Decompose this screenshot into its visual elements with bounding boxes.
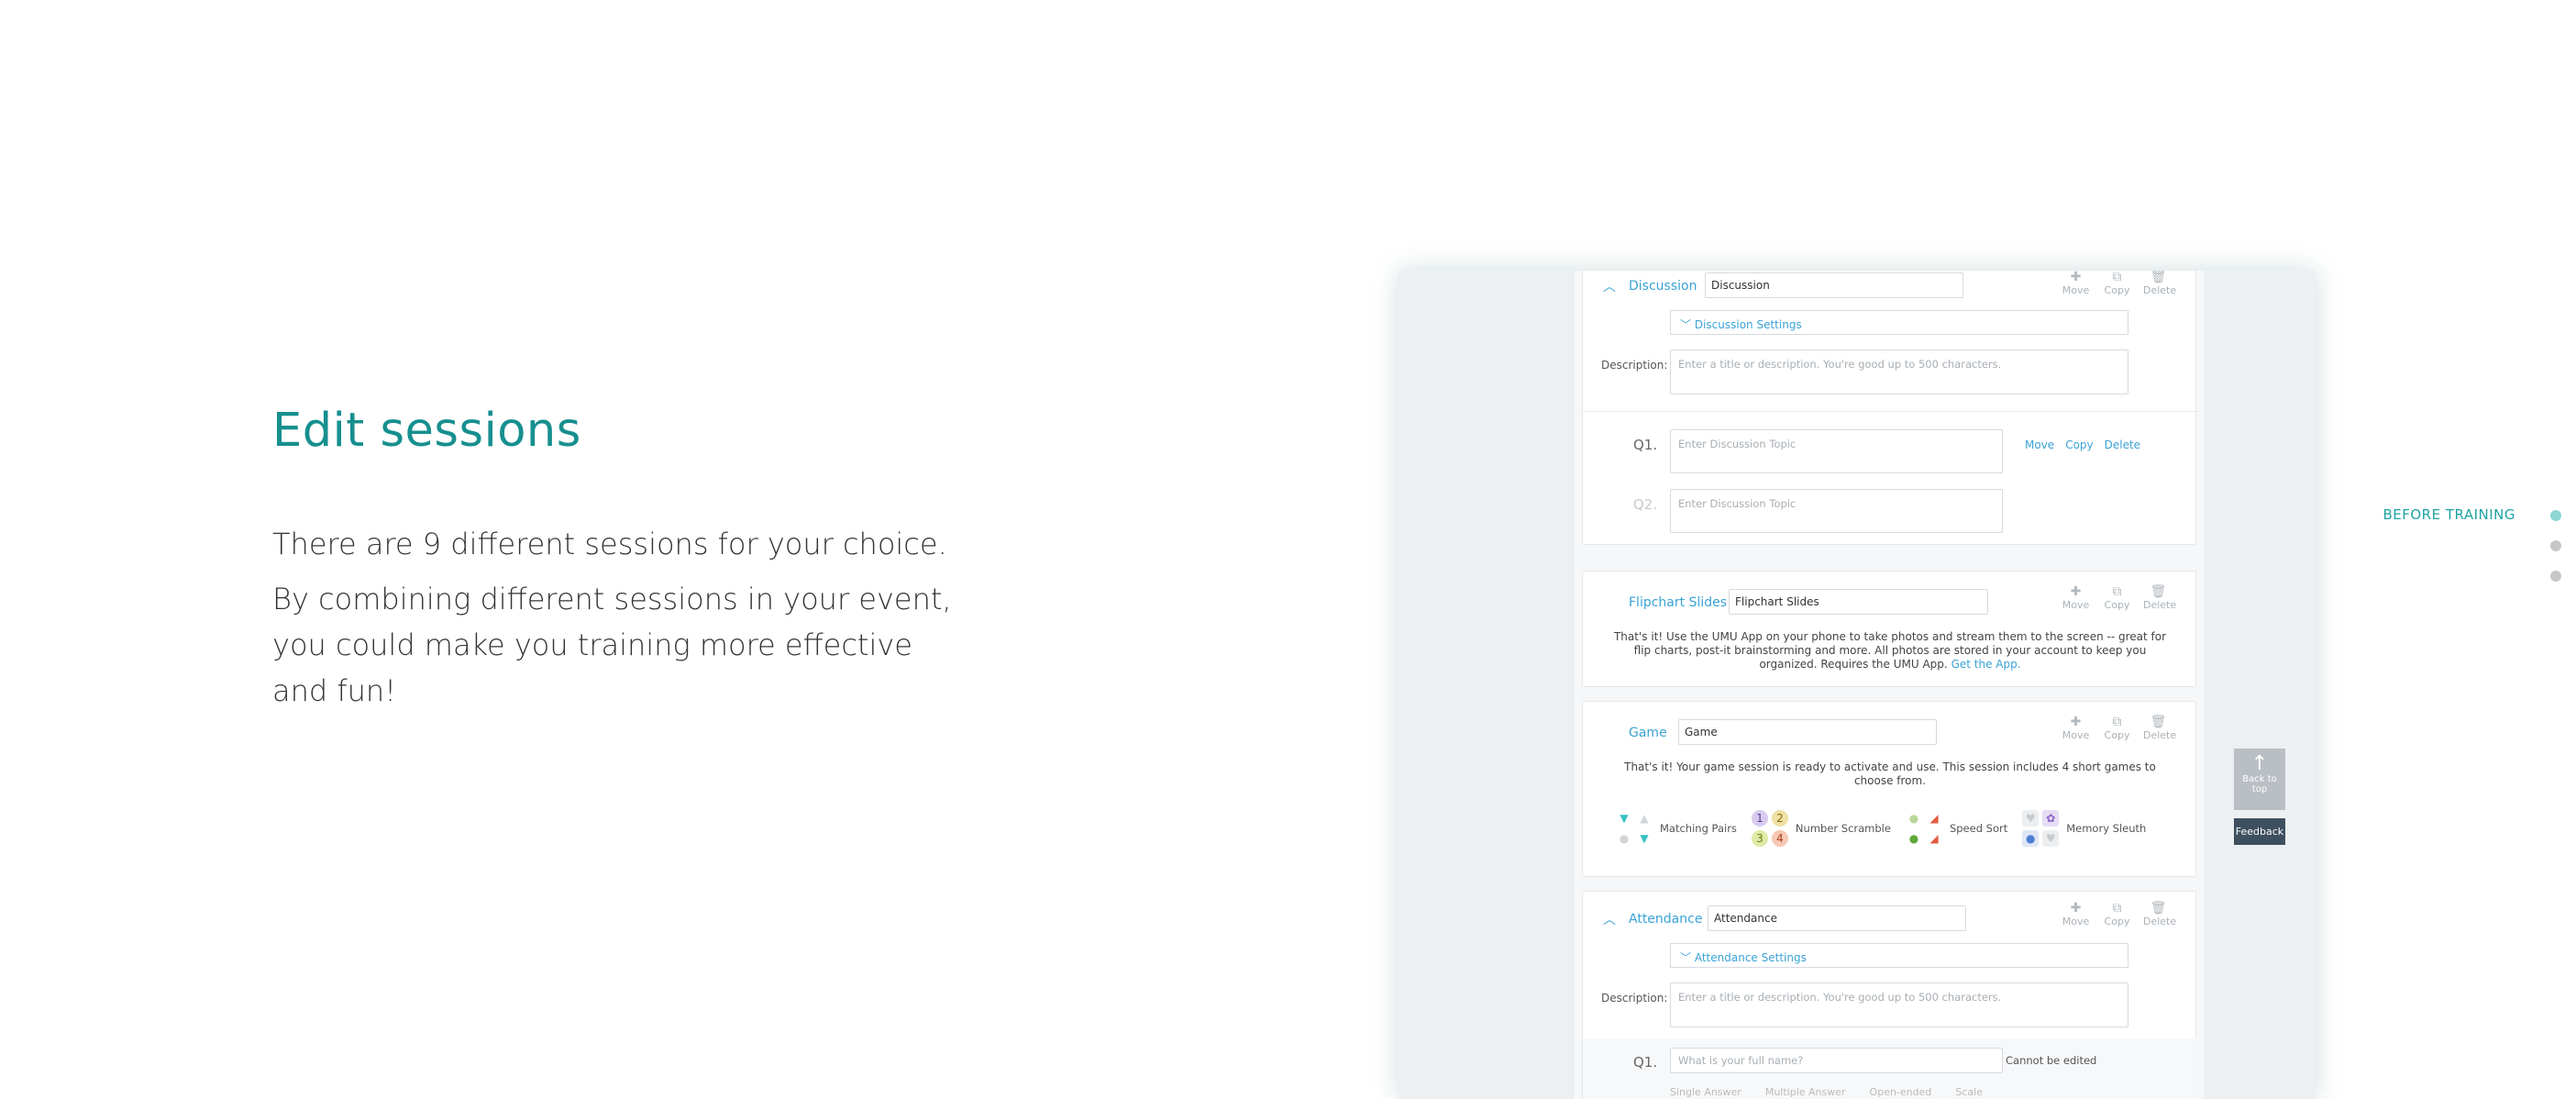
- speed-sort-icon: ● ◢ ● ◢: [1908, 812, 1939, 845]
- flipchart-info: That's it! Use the UMU App on your phone…: [1613, 630, 2167, 671]
- back-to-top-button[interactable]: ↑ Back to top: [2234, 749, 2285, 810]
- copy-icon: ⧉: [2112, 901, 2122, 916]
- copy-button[interactable]: ⧉ Copy: [2102, 584, 2132, 611]
- move-button[interactable]: ✚ Move: [2061, 901, 2091, 927]
- flipchart-actions: ✚ Move ⧉ Copy 🗑 Delete: [2061, 584, 2176, 611]
- game-actions: ✚ Move ⧉ Copy 🗑 Delete: [2061, 715, 2176, 741]
- copy-button[interactable]: ⧉ Copy: [2102, 271, 2132, 296]
- get-the-app-link[interactable]: Get the App.: [1951, 658, 2021, 671]
- attendance-name-input[interactable]: Attendance: [1708, 905, 1966, 931]
- game-name: Memory Sleuth: [2066, 822, 2147, 835]
- game-speed-sort: ● ◢ ● ◢ Speed Sort: [1906, 810, 2008, 847]
- attendance-actions: ✚ Move ⧉ Copy 🗑 Delete: [2061, 901, 2176, 927]
- flipchart-name-input[interactable]: Flipchart Slides: [1729, 589, 1988, 615]
- matching-pairs-icon: ▼ ▲ ● ▼: [1619, 812, 1649, 845]
- game-info: That's it! Your game session is ready to…: [1624, 760, 2156, 787]
- hero-line-2: By combining different sessions in your …: [272, 582, 952, 708]
- game-memory-sleuth: ♥ ✿ ● ♥ Memory Sleuth: [2022, 810, 2146, 847]
- delete-button[interactable]: 🗑 Delete: [2143, 271, 2176, 296]
- move-icon: ✚: [2070, 715, 2082, 729]
- move-icon: ✚: [2070, 584, 2082, 599]
- move-button[interactable]: ✚ Move: [2061, 271, 2091, 296]
- attendance-title[interactable]: Attendance: [1629, 912, 1702, 927]
- cannot-edit-note: Cannot be edited: [2006, 1054, 2097, 1067]
- discussion-description-field[interactable]: Enter a title or description. You're goo…: [1670, 350, 2128, 394]
- q1-delete-link[interactable]: Delete: [2105, 438, 2140, 451]
- move-icon: ✚: [2070, 271, 2082, 284]
- copy-button[interactable]: ⧉ Copy: [2102, 901, 2132, 927]
- option-multiple-answer[interactable]: Multiple Answer: [1765, 1086, 1846, 1098]
- nav-dot-2[interactable]: [2550, 540, 2561, 551]
- hero-description: There are 9 different sessions for your …: [272, 521, 969, 723]
- collapse-chevron-icon[interactable]: ︿: [1603, 277, 1616, 295]
- q1-copy-link[interactable]: Copy: [2065, 438, 2093, 451]
- copy-icon: ⧉: [2112, 584, 2122, 599]
- hero-line-1: There are 9 different sessions for your …: [272, 527, 947, 561]
- move-icon: ✚: [2070, 901, 2082, 916]
- discussion-actions: ✚ Move ⧉ Copy 🗑 Delete: [2061, 271, 2176, 296]
- nav-label-before-training[interactable]: BEFORE TRAINING: [2383, 506, 2515, 523]
- trash-icon: 🗑: [2150, 901, 2167, 916]
- description-label: Description:: [1601, 992, 1668, 1005]
- move-button[interactable]: ✚ Move: [2061, 715, 2091, 741]
- trash-icon: 🗑: [2150, 715, 2167, 729]
- game-number-scramble: 1 2 3 4 Number Scramble: [1751, 810, 1891, 847]
- session-editor: ︿ Discussion Discussion ✚ Move ⧉ Copy 🗑 Del…: [1575, 271, 2204, 1099]
- divider: [1583, 411, 2197, 412]
- q1-actions: Move Copy Delete: [2025, 438, 2140, 451]
- option-open-ended[interactable]: Open-ended: [1870, 1086, 1932, 1098]
- trash-icon: 🗑: [2150, 584, 2167, 599]
- copy-button[interactable]: ⧉ Copy: [2102, 715, 2132, 741]
- q1-topic-input[interactable]: Enter Discussion Topic: [1670, 429, 2003, 473]
- copy-icon: ⧉: [2112, 715, 2122, 729]
- game-title[interactable]: Game: [1629, 726, 1667, 740]
- flipchart-title[interactable]: Flipchart Slides: [1629, 595, 1727, 610]
- chevron-down-icon: ﹀: [1680, 951, 1692, 964]
- discussion-session-card: ︿ Discussion Discussion ✚ Move ⧉ Copy 🗑 Del…: [1582, 271, 2197, 545]
- discussion-name-input[interactable]: Discussion: [1705, 272, 1963, 298]
- answer-type-options: Single Answer Multiple Answer Open-ended…: [1670, 1086, 1983, 1098]
- page-title: Edit sessions: [272, 404, 581, 458]
- option-single-answer[interactable]: Single Answer: [1670, 1086, 1741, 1098]
- nav-dot-1[interactable]: [2550, 510, 2561, 521]
- chevron-down-icon: ﹀: [1680, 318, 1692, 331]
- delete-button[interactable]: 🗑 Delete: [2143, 901, 2176, 927]
- discussion-title[interactable]: Discussion: [1629, 279, 1697, 294]
- q1-label: Q1.: [1633, 1054, 1658, 1071]
- game-name: Speed Sort: [1949, 822, 2008, 835]
- nav-dot-3[interactable]: [2550, 571, 2561, 582]
- game-matching-pairs: ▼ ▲ ● ▼ Matching Pairs: [1616, 810, 1737, 847]
- q2-topic-input[interactable]: Enter Discussion Topic: [1670, 489, 2003, 533]
- collapse-chevron-icon[interactable]: ︿: [1603, 910, 1616, 928]
- q1-move-link[interactable]: Move: [2025, 438, 2054, 451]
- app-screenshot: ︿ Discussion Discussion ✚ Move ⧉ Copy 🗑 Del…: [1399, 271, 2316, 1099]
- game-name: Matching Pairs: [1660, 822, 1737, 835]
- attendance-session-card: ︿ Attendance Attendance ✚ Move ⧉ Copy 🗑 Del…: [1582, 891, 2197, 1099]
- q1-label: Q1.: [1633, 437, 1658, 453]
- game-session-card: Game Game ✚ Move ⧉ Copy 🗑 Delete That's it!…: [1582, 701, 2196, 877]
- arrow-up-icon: ↑: [2250, 752, 2269, 775]
- discussion-settings-toggle[interactable]: ﹀ Discussion Settings: [1670, 310, 2128, 335]
- memory-sleuth-icon: ♥ ✿ ● ♥: [2022, 810, 2060, 847]
- description-label: Description:: [1601, 359, 1668, 372]
- number-scramble-icon: 1 2 3 4: [1751, 810, 1788, 847]
- game-name-input[interactable]: Game: [1678, 719, 1937, 745]
- delete-button[interactable]: 🗑 Delete: [2143, 715, 2176, 741]
- feedback-button[interactable]: Feedback: [2234, 818, 2285, 845]
- copy-icon: ⧉: [2112, 271, 2122, 284]
- option-scale[interactable]: Scale: [1955, 1086, 1983, 1098]
- game-name: Number Scramble: [1795, 822, 1891, 835]
- q2-label: Q2.: [1633, 496, 1658, 513]
- attendance-description-field[interactable]: Enter a title or description. You're goo…: [1670, 982, 2128, 1027]
- flipchart-session-card: Flipchart Slides Flipchart Slides ✚ Move …: [1582, 571, 2196, 687]
- game-list: ▼ ▲ ● ▼ Matching Pairs 1 2 3 4 Number Sc…: [1616, 810, 2161, 847]
- attendance-q1-input: What is your full name?: [1670, 1048, 2003, 1073]
- attendance-settings-toggle[interactable]: ﹀ Attendance Settings: [1670, 943, 2128, 968]
- move-button[interactable]: ✚ Move: [2061, 584, 2091, 611]
- delete-button[interactable]: 🗑 Delete: [2143, 584, 2176, 611]
- trash-icon: 🗑: [2150, 271, 2167, 284]
